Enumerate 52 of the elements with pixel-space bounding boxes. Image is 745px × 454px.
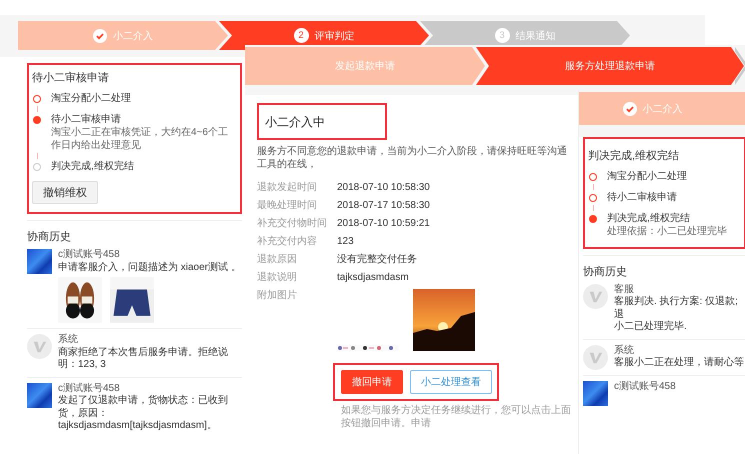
timeline-label: 待小二审核申请 bbox=[607, 191, 678, 204]
field-value: 没有完整交付任务 bbox=[337, 252, 418, 267]
message-text: tajksdjasmdasm[tajksdjasmdasm]。 bbox=[58, 420, 218, 432]
author-name: 系统 bbox=[614, 344, 635, 356]
shoes-photo bbox=[58, 277, 102, 323]
message-text: 小二已处理完毕. bbox=[614, 321, 688, 334]
step-label: 服务方处理退款申请 bbox=[565, 60, 655, 73]
shorts-photo bbox=[110, 277, 154, 323]
field-label: 附加图片 bbox=[257, 288, 298, 303]
author-name: 客服 bbox=[614, 284, 635, 296]
step-label: 发起退款申请 bbox=[335, 60, 395, 73]
field-value: 2018-07-17 10:58:30 bbox=[337, 199, 431, 213]
description-text: 服务方不同意您的退款申请，当前为小二介入阶段，请保持旺旺等沟通工具的在线， bbox=[257, 145, 568, 171]
message-text: 申请客服介入，问题描述为 xiaoer测试 。 bbox=[58, 262, 242, 274]
field-value: 123 bbox=[337, 235, 355, 249]
author-name: c测试账号458 bbox=[614, 380, 677, 393]
timeline-note: 处理依据：小二已处理完毕 bbox=[607, 226, 728, 238]
timeline-label: 淘宝分配小二处理 bbox=[51, 92, 132, 105]
author-name: c测试账号458 bbox=[58, 249, 121, 262]
status-title: 待小二审核申请 bbox=[32, 70, 110, 85]
timeline-label: 淘宝分配小二处理 bbox=[607, 170, 688, 183]
hint-text: 如果您与服务方决定任务继续进行，您可以点击上面按钮撤回申请。申请 bbox=[341, 404, 572, 430]
timeline-label: 判决完成,维权完结 bbox=[51, 160, 135, 173]
step-label: 小二介入 bbox=[113, 30, 153, 42]
field-label: 退款说明 bbox=[257, 270, 298, 285]
revoke-button[interactable]: 撤销维权 bbox=[32, 181, 98, 204]
message-text: 客服判决. 执行方案: 仅退款; 退 bbox=[614, 296, 739, 320]
status-title: 判决完成,维权完结 bbox=[588, 148, 680, 163]
status-heading: 小二介入中 bbox=[257, 103, 387, 140]
step-label: 评审判定 bbox=[314, 30, 354, 42]
field-value: 2018-07-10 10:59:21 bbox=[337, 217, 431, 231]
message-text: 客服小二正在处理，请耐心等 bbox=[614, 357, 745, 370]
timeline-label: 待小二审核申请 bbox=[51, 113, 122, 126]
field-label: 补充交付物时间 bbox=[257, 216, 328, 231]
view-button[interactable]: 小二处理查看 bbox=[410, 370, 492, 394]
message-text: 商家拒绝了本次售后服务申请。拒绝说明：123, 3 bbox=[58, 346, 229, 372]
field-value: 2018-07-10 10:58:30 bbox=[337, 181, 431, 195]
sunset-photo bbox=[413, 289, 475, 351]
withdraw-button[interactable]: 撤回申请 bbox=[341, 370, 403, 394]
field-value: tajksdjasmdasm bbox=[337, 271, 410, 285]
step-number: 2 bbox=[294, 28, 308, 43]
step-label: 小二介入 bbox=[642, 102, 682, 116]
field-label: 退款发起时间 bbox=[257, 180, 318, 195]
section-title: 协商历史 bbox=[27, 230, 72, 244]
field-label: 退款原因 bbox=[257, 252, 298, 267]
author-name: 系统 bbox=[58, 334, 79, 346]
timeline-note: 淘宝小二正在审核凭证，大约在4~6个工作日内给出处理意见 bbox=[51, 127, 229, 152]
author-name: c测试账号458 bbox=[58, 382, 121, 394]
section-title: 协商历史 bbox=[583, 264, 628, 278]
field-label: 补充交付内容 bbox=[257, 234, 318, 249]
field-label: 最晚处理时间 bbox=[257, 198, 318, 213]
timeline-label: 判决完成,维权完结 bbox=[607, 212, 691, 225]
